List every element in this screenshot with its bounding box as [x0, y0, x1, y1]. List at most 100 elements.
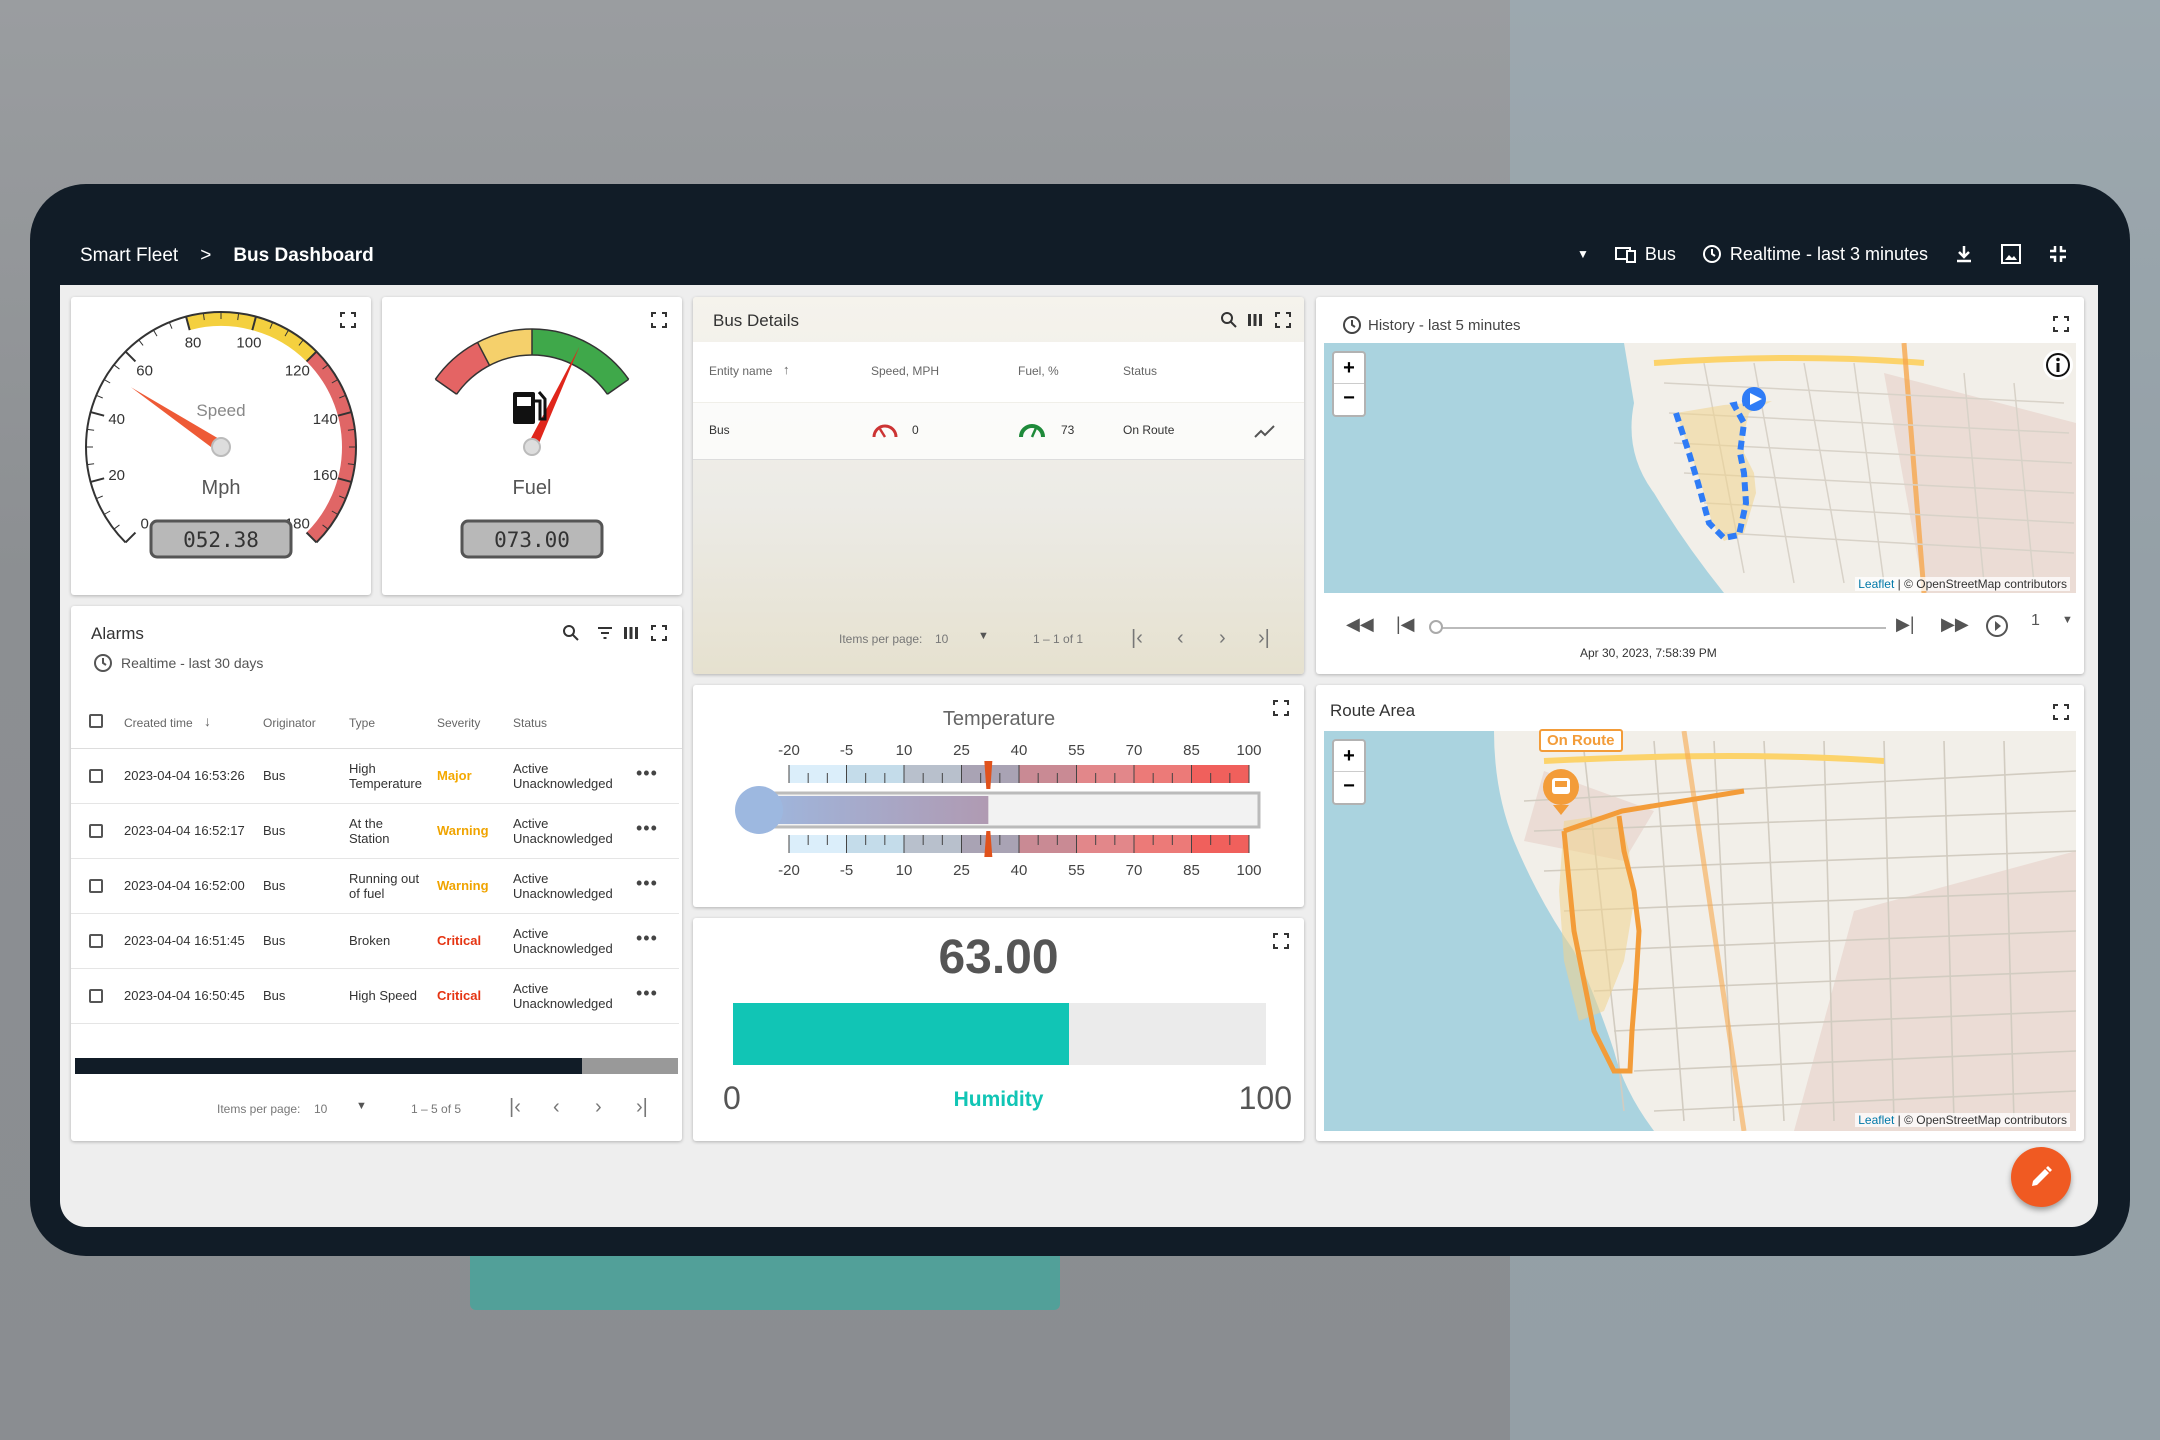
zoom-out-button[interactable]: −: [1334, 772, 1364, 802]
more-actions-icon[interactable]: •••: [636, 983, 658, 1004]
entity-selector[interactable]: Bus: [1614, 244, 1676, 265]
export-image-icon[interactable]: [2000, 243, 2022, 265]
items-per-page-select[interactable]: 10: [314, 1102, 327, 1116]
row-checkbox[interactable]: [89, 824, 103, 838]
download-icon[interactable]: [1954, 244, 1974, 264]
timewindow-selector[interactable]: Realtime - last 3 minutes: [1702, 244, 1928, 265]
alarm-severity: Major: [437, 768, 472, 783]
alarm-row[interactable]: 2023-04-04 16:51:45 Bus Broken Critical Acti…: [71, 914, 679, 969]
previous-page-icon[interactable]: ‹: [553, 1096, 560, 1119]
horizontal-scrollbar[interactable]: [75, 1058, 678, 1074]
more-actions-icon[interactable]: •••: [636, 873, 658, 894]
info-icon[interactable]: [2042, 349, 2074, 381]
last-page-icon[interactable]: ›|: [1258, 627, 1270, 650]
fullscreen-icon[interactable]: [1274, 311, 1292, 329]
last-page-icon[interactable]: ›|: [636, 1096, 648, 1119]
humidity-bar-track: [733, 1003, 1266, 1065]
filter-icon[interactable]: [596, 624, 614, 642]
zoom-in-button[interactable]: +: [1334, 353, 1364, 384]
thermometer-fill: [749, 796, 989, 824]
speed-tick: [113, 524, 120, 530]
alarm-status: Active Unacknowledged: [513, 871, 613, 901]
more-actions-icon[interactable]: •••: [636, 818, 658, 839]
fast-forward-icon[interactable]: ▶▶: [1941, 614, 1969, 635]
leaflet-link[interactable]: Leaflet: [1858, 577, 1894, 591]
timeline-slider-track[interactable]: [1436, 627, 1886, 629]
speed-tick: [138, 339, 144, 346]
edit-dashboard-button[interactable]: [2011, 1147, 2071, 1207]
alarm-status-line1: Active: [513, 926, 549, 941]
col-fuel[interactable]: Fuel, %: [1018, 364, 1059, 378]
alarm-type: High Speed: [349, 988, 417, 1003]
temperature-tick-label: -20: [778, 742, 800, 759]
fullscreen-icon[interactable]: [2052, 703, 2070, 721]
exit-fullscreen-icon[interactable]: [2048, 244, 2068, 264]
leaflet-link[interactable]: Leaflet: [1858, 1113, 1894, 1127]
col-type[interactable]: Type: [349, 716, 375, 730]
route-map[interactable]: [1324, 731, 2076, 1131]
speed-tick-label: 80: [185, 335, 202, 352]
speed-tick: [153, 329, 158, 337]
select-caret-icon[interactable]: ▼: [978, 630, 989, 642]
select-caret-icon[interactable]: ▼: [356, 1100, 367, 1112]
speed-multiplier-select[interactable]: 1: [2031, 612, 2040, 630]
temperature-pointer-bottom: [984, 831, 993, 857]
thermometer-bulb: [735, 786, 783, 834]
alarm-row[interactable]: 2023-04-04 16:50:45 Bus High Speed Critical…: [71, 969, 679, 1024]
first-page-icon[interactable]: |‹: [509, 1096, 521, 1119]
alarm-row[interactable]: 2023-04-04 16:52:00 Bus Running out of fuel…: [71, 859, 679, 914]
skip-previous-icon[interactable]: |◀: [1396, 614, 1415, 635]
history-map-title: History - last 5 minutes: [1368, 317, 1521, 334]
alarm-created-time: 2023-04-04 16:53:26: [124, 768, 245, 783]
play-icon[interactable]: [1985, 614, 2009, 638]
next-page-icon[interactable]: ›: [1219, 627, 1226, 650]
columns-icon[interactable]: [622, 624, 640, 642]
row-checkbox[interactable]: [89, 879, 103, 893]
col-severity[interactable]: Severity: [437, 716, 480, 730]
alarm-originator: Bus: [263, 988, 286, 1003]
row-checkbox[interactable]: [89, 769, 103, 783]
timeline-slider-thumb[interactable]: [1429, 620, 1443, 634]
first-page-icon[interactable]: |‹: [1131, 627, 1143, 650]
previous-page-icon[interactable]: ‹: [1177, 627, 1184, 650]
col-entity-name[interactable]: Entity name: [709, 364, 772, 378]
fast-rewind-icon[interactable]: ◀◀: [1346, 614, 1374, 635]
speed-tick-label: 100: [236, 335, 261, 352]
fullscreen-icon[interactable]: [2052, 315, 2070, 333]
col-originator[interactable]: Originator: [263, 716, 316, 730]
breadcrumb-root[interactable]: Smart Fleet: [80, 245, 178, 267]
row-checkbox[interactable]: [89, 989, 103, 1003]
select-caret-icon[interactable]: ▼: [2062, 614, 2073, 626]
items-per-page-select[interactable]: 10: [935, 632, 948, 646]
speed-tick: [113, 364, 120, 370]
skip-next-icon[interactable]: ▶|: [1896, 614, 1915, 635]
temperature-tick-label: 25: [953, 742, 970, 759]
fullscreen-icon[interactable]: [650, 624, 668, 642]
zoom-in-button[interactable]: +: [1334, 741, 1364, 772]
speed-tick: [87, 463, 95, 466]
more-actions-icon[interactable]: •••: [636, 928, 658, 949]
search-icon[interactable]: [1220, 311, 1238, 329]
zoom-out-button[interactable]: −: [1334, 384, 1364, 414]
col-speed[interactable]: Speed, MPH: [871, 364, 939, 378]
dropdown-caret-icon[interactable]: ▼: [1577, 247, 1589, 261]
more-actions-icon[interactable]: •••: [636, 763, 658, 784]
alarm-row[interactable]: 2023-04-04 16:52:17 Bus At the Station Warni…: [71, 804, 679, 859]
speed-tick: [87, 428, 95, 431]
table-row[interactable]: Bus 0 73 On Route: [693, 403, 1304, 460]
history-map[interactable]: [1324, 343, 2076, 593]
alarm-row[interactable]: 2023-04-04 16:53:26 Bus High Temperature Maj…: [71, 749, 679, 804]
next-page-icon[interactable]: ›: [595, 1096, 602, 1119]
select-all-checkbox[interactable]: [89, 714, 103, 728]
alarm-created-time: 2023-04-04 16:52:17: [124, 823, 245, 838]
col-status[interactable]: Status: [1123, 364, 1157, 378]
row-checkbox[interactable]: [89, 934, 103, 948]
scrollbar-thumb[interactable]: [75, 1058, 582, 1074]
timeseries-chart-icon[interactable]: [1253, 421, 1277, 441]
items-per-page-label: Items per page:: [839, 632, 923, 646]
col-created-time[interactable]: Created time: [124, 716, 193, 730]
col-status[interactable]: Status: [513, 716, 547, 730]
speed-tick-label: 0: [140, 515, 148, 532]
columns-icon[interactable]: [1246, 311, 1264, 329]
search-icon[interactable]: [562, 624, 580, 642]
